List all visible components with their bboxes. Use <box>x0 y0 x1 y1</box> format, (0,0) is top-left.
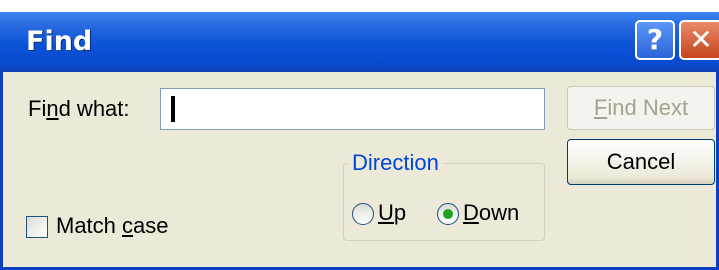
find-what-label: Find what: <box>28 96 130 121</box>
close-icon[interactable]: ✕ <box>679 20 719 60</box>
text-caret <box>171 96 175 122</box>
match-case-label[interactable]: Match case <box>56 213 169 239</box>
direction-up-label[interactable]: Up <box>378 200 406 226</box>
direction-down-label[interactable]: Down <box>463 200 519 226</box>
radio-selected-dot <box>443 209 453 219</box>
window-title: Find <box>26 26 93 57</box>
help-icon[interactable]: ? <box>635 20 675 60</box>
title-bar[interactable]: Find ? ✕ <box>0 12 719 72</box>
direction-up-radio[interactable] <box>352 203 374 225</box>
cancel-button[interactable]: Cancel <box>567 139 715 185</box>
direction-legend: Direction <box>348 150 443 176</box>
match-case-checkbox[interactable] <box>26 216 48 238</box>
direction-down-radio[interactable] <box>437 203 459 225</box>
find-what-input[interactable] <box>160 88 545 130</box>
find-next-button[interactable]: Find Next <box>567 86 715 130</box>
